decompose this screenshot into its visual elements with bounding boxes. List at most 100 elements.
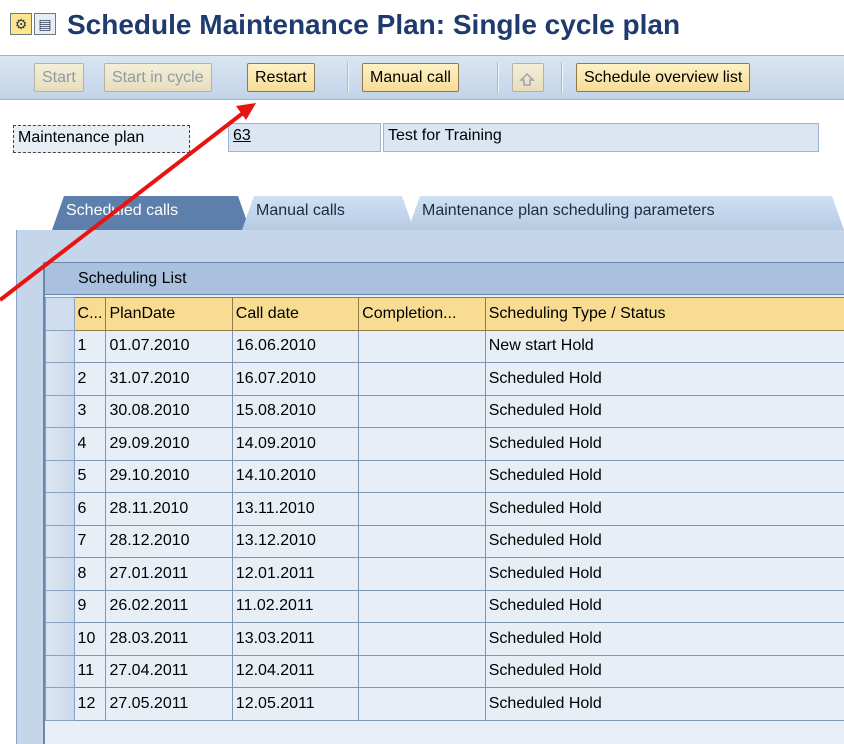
- table-row[interactable]: 7 28.12.2010 13.12.2010 Scheduled Hold: [45, 524, 844, 558]
- application-toolbar: Start Start in cycle Restart Manual call…: [0, 55, 844, 100]
- cell-completion: [358, 362, 486, 396]
- cell-scheduling-status: Scheduled Hold: [484, 524, 844, 558]
- table-row[interactable]: 2 31.07.2010 16.07.2010 Scheduled Hold: [45, 362, 844, 396]
- release-icon[interactable]: [512, 63, 544, 92]
- cell-c: 5: [73, 459, 107, 493]
- cell-call-date: 14.09.2010: [231, 427, 360, 461]
- table-row[interactable]: 3 30.08.2010 15.08.2010 Scheduled Hold: [45, 394, 844, 428]
- table-row[interactable]: 1 01.07.2010 16.06.2010 New start Hold: [45, 329, 844, 363]
- column-header-completion[interactable]: Completion...: [358, 297, 486, 331]
- tab-panel: Scheduling List C... PlanDate Call date …: [16, 230, 844, 744]
- restart-button[interactable]: Restart: [247, 63, 315, 92]
- cell-c: 3: [73, 394, 107, 428]
- cell-c: 2: [73, 362, 107, 396]
- table-row[interactable]: 12 27.05.2011 12.05.2011 Scheduled Hold: [45, 687, 844, 721]
- cell-scheduling-status: New start Hold: [484, 329, 844, 363]
- cell-c: 11: [73, 654, 107, 688]
- annotation-arrow-head: [236, 103, 256, 120]
- manual-call-button[interactable]: Manual call: [362, 63, 459, 92]
- start-in-cycle-button[interactable]: Start in cycle: [104, 63, 212, 92]
- row-selector[interactable]: [45, 329, 75, 363]
- cell-scheduling-status: Scheduled Hold: [484, 394, 844, 428]
- cell-call-date: 11.02.2011: [231, 589, 360, 623]
- cell-call-date: 12.01.2011: [231, 557, 360, 591]
- tab-strip: Scheduled calls Manual calls Maintenance…: [0, 196, 844, 230]
- cell-call-date: 14.10.2010: [231, 459, 360, 493]
- table-row[interactable]: 5 29.10.2010 14.10.2010 Scheduled Hold: [45, 459, 844, 493]
- cell-plan-date: 26.02.2011: [105, 589, 233, 623]
- cell-call-date: 13.11.2010: [231, 492, 360, 526]
- maintenance-plan-number[interactable]: 63: [228, 123, 381, 152]
- cell-completion: [358, 427, 486, 461]
- toolbar-separator: [497, 62, 499, 93]
- page-title: Schedule Maintenance Plan: Single cycle …: [67, 9, 681, 40]
- schedule-overview-list-button[interactable]: Schedule overview list: [576, 63, 751, 92]
- table-row[interactable]: 11 27.04.2011 12.04.2011 Scheduled Hold: [45, 654, 844, 688]
- cell-call-date: 16.07.2010: [231, 362, 360, 396]
- row-selector[interactable]: [45, 524, 75, 558]
- row-selector[interactable]: [45, 492, 75, 526]
- scheduling-list-table: C... PlanDate Call date Completion... Sc…: [45, 297, 844, 721]
- table-row[interactable]: 8 27.01.2011 12.01.2011 Scheduled Hold: [45, 557, 844, 591]
- cell-completion: [358, 557, 486, 591]
- cell-completion: [358, 394, 486, 428]
- document-icon[interactable]: ▤: [34, 13, 56, 35]
- cell-plan-date: 28.12.2010: [105, 524, 233, 558]
- column-header-call-date[interactable]: Call date: [231, 297, 360, 331]
- scheduling-list-container: Scheduling List C... PlanDate Call date …: [43, 262, 844, 744]
- cell-c: 10: [73, 622, 107, 656]
- table-row[interactable]: 4 29.09.2010 14.09.2010 Scheduled Hold: [45, 427, 844, 461]
- title-bar: ⚙ ▤ Schedule Maintenance Plan: Single cy…: [0, 0, 844, 50]
- cell-scheduling-status: Scheduled Hold: [484, 557, 844, 591]
- scheduling-list-title: Scheduling List: [45, 262, 844, 295]
- cell-c: 8: [73, 557, 107, 591]
- row-selector[interactable]: [45, 654, 75, 688]
- maintenance-plan-label: Maintenance plan: [13, 125, 190, 153]
- cell-completion: [358, 589, 486, 623]
- table-header-row: C... PlanDate Call date Completion... Sc…: [45, 297, 844, 331]
- column-header-scheduling-type-status[interactable]: Scheduling Type / Status: [484, 297, 844, 331]
- cell-plan-date: 27.01.2011: [105, 557, 233, 591]
- cell-scheduling-status: Scheduled Hold: [484, 589, 844, 623]
- cell-plan-date: 28.03.2011: [105, 622, 233, 656]
- cell-completion: [358, 492, 486, 526]
- cell-plan-date: 30.08.2010: [105, 394, 233, 428]
- cell-c: 12: [73, 687, 107, 721]
- table-row[interactable]: 9 26.02.2011 11.02.2011 Scheduled Hold: [45, 589, 844, 623]
- tab-manual-calls[interactable]: Manual calls: [242, 196, 414, 230]
- cell-c: 9: [73, 589, 107, 623]
- cell-plan-date: 01.07.2010: [105, 329, 233, 363]
- cell-plan-date: 29.10.2010: [105, 459, 233, 493]
- table-row[interactable]: 10 28.03.2011 13.03.2011 Scheduled Hold: [45, 622, 844, 656]
- cell-plan-date: 31.07.2010: [105, 362, 233, 396]
- start-button[interactable]: Start: [34, 63, 84, 92]
- cell-scheduling-status: Scheduled Hold: [484, 492, 844, 526]
- row-selector[interactable]: [45, 622, 75, 656]
- column-header-plan-date[interactable]: PlanDate: [105, 297, 233, 331]
- cell-scheduling-status: Scheduled Hold: [484, 362, 844, 396]
- row-selector[interactable]: [45, 459, 75, 493]
- column-header-c[interactable]: C...: [73, 297, 107, 331]
- maintenance-plan-description: Test for Training: [383, 123, 819, 152]
- row-selector[interactable]: [45, 687, 75, 721]
- cell-scheduling-status: Scheduled Hold: [484, 622, 844, 656]
- cell-c: 6: [73, 492, 107, 526]
- row-selector[interactable]: [45, 557, 75, 591]
- tab-scheduled-calls[interactable]: Scheduled calls: [52, 196, 250, 230]
- row-selector[interactable]: [45, 589, 75, 623]
- cell-c: 1: [73, 329, 107, 363]
- toolbar-separator: [561, 62, 563, 93]
- row-selector[interactable]: [45, 427, 75, 461]
- cell-completion: [358, 524, 486, 558]
- cell-completion: [358, 687, 486, 721]
- row-selector[interactable]: [45, 362, 75, 396]
- row-selector[interactable]: [45, 394, 75, 428]
- select-all-column[interactable]: [45, 297, 75, 331]
- cell-call-date: 12.04.2011: [231, 654, 360, 688]
- program-icon[interactable]: ⚙: [10, 13, 32, 35]
- cell-plan-date: 27.05.2011: [105, 687, 233, 721]
- table-row[interactable]: 6 28.11.2010 13.11.2010 Scheduled Hold: [45, 492, 844, 526]
- toolbar-separator: [347, 62, 349, 93]
- cell-completion: [358, 622, 486, 656]
- tab-scheduling-parameters[interactable]: Maintenance plan scheduling parameters: [408, 196, 844, 230]
